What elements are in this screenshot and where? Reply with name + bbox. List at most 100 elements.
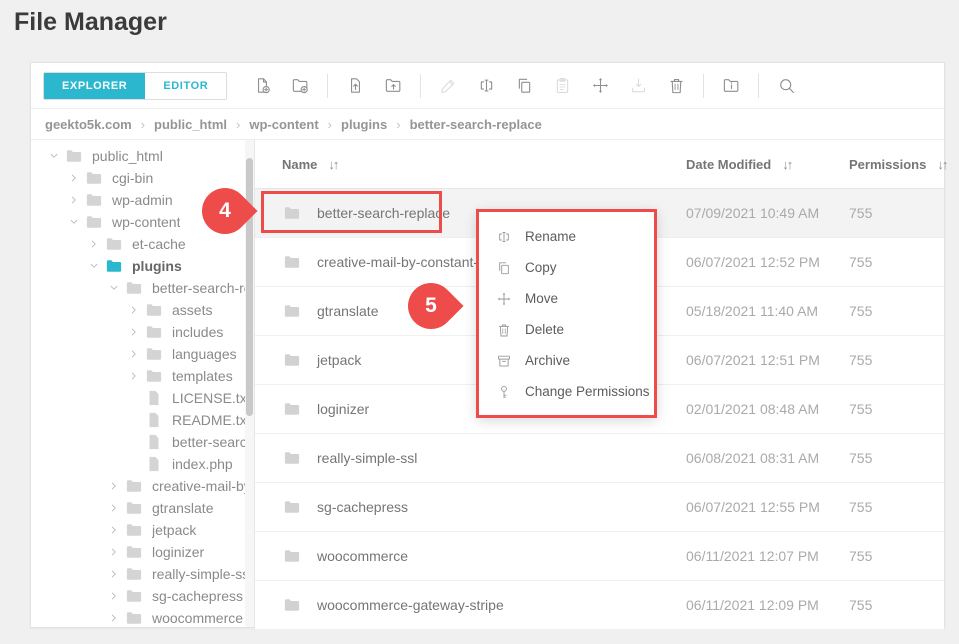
chevron-right-icon[interactable]	[106, 589, 121, 604]
chevron-down-icon[interactable]	[66, 215, 81, 230]
download-icon	[619, 71, 657, 101]
tree-item-woocommerce[interactable]: woocommerce	[31, 607, 254, 627]
folder-icon	[282, 400, 302, 418]
tree-scrollbar-thumb[interactable]	[246, 158, 253, 416]
file-row[interactable]: woocommerce-gateway-stripe06/11/2021 12:…	[255, 581, 944, 630]
file-row[interactable]: woocommerce06/11/2021 12:07 PM755	[255, 532, 944, 581]
chevron-right-icon[interactable]	[106, 523, 121, 538]
tree-item-et-cache[interactable]: et-cache	[31, 233, 254, 255]
menu-item-label: Rename	[525, 229, 576, 244]
new-folder-icon[interactable]	[281, 71, 319, 101]
menu-item-move[interactable]: Move	[479, 283, 654, 314]
tree-item-public-html[interactable]: public_html	[31, 145, 254, 167]
breadcrumb-item[interactable]: public_html	[154, 117, 227, 132]
tree-item-jetpack[interactable]: jetpack	[31, 519, 254, 541]
chevron-right-icon[interactable]	[106, 567, 121, 582]
breadcrumb-separator: ›	[396, 117, 400, 132]
copy-icon	[496, 260, 512, 276]
delete-icon	[496, 322, 512, 338]
tab-explorer[interactable]: EXPLORER	[44, 73, 145, 99]
delete-icon[interactable]	[657, 71, 695, 101]
chevron-down-icon[interactable]	[106, 281, 121, 296]
breadcrumb-item[interactable]: plugins	[341, 117, 387, 132]
tree-item-wp-admin[interactable]: wp-admin	[31, 189, 254, 211]
file-name-cell: really-simple-ssl	[255, 449, 686, 467]
copy-icon[interactable]	[505, 71, 543, 101]
tree-item-sg-cachepress[interactable]: sg-cachepress	[31, 585, 254, 607]
file-permissions: 755	[849, 205, 944, 221]
table-header-row: Name↓↑Date Modified↓↑Permissions↓↑	[255, 140, 944, 189]
chevron-right-icon[interactable]	[106, 501, 121, 516]
breadcrumb-item[interactable]: wp-content	[249, 117, 318, 132]
chevron-right-icon[interactable]	[106, 479, 121, 494]
breadcrumb: geekto5k.com›public_html›wp-content›plug…	[31, 109, 944, 140]
menu-item-delete[interactable]: Delete	[479, 314, 654, 345]
tree-item-better-search-repl[interactable]: better-search-repl	[31, 431, 254, 453]
column-header-permissions: Permissions↓↑	[849, 157, 946, 172]
menu-item-change-permissions[interactable]: Change Permissions	[479, 376, 654, 407]
upload-folder-icon[interactable]	[374, 71, 412, 101]
tree-item-cgi-bin[interactable]: cgi-bin	[31, 167, 254, 189]
tree-item-wp-content[interactable]: wp-content	[31, 211, 254, 233]
upload-file-icon[interactable]	[336, 71, 374, 101]
menu-item-archive[interactable]: Archive	[479, 345, 654, 376]
tree-item-license-txt[interactable]: LICENSE.txt	[31, 387, 254, 409]
tree-item-label: templates	[172, 368, 233, 384]
chevron-down-icon[interactable]	[46, 149, 61, 164]
tree-scrollbar	[245, 140, 254, 627]
key-icon	[496, 384, 512, 400]
chevron-down-icon[interactable]	[86, 259, 101, 274]
tree-item-languages[interactable]: languages	[31, 343, 254, 365]
tree-item-creative-mail-by-cons[interactable]: creative-mail-by-cons	[31, 475, 254, 497]
breadcrumb-item[interactable]: better-search-replace	[410, 117, 542, 132]
tree-item-index-php[interactable]: index.php	[31, 453, 254, 475]
chevron-right-icon[interactable]	[106, 545, 121, 560]
tree-item-gtranslate[interactable]: gtranslate	[31, 497, 254, 519]
file-permissions: 755	[849, 499, 944, 515]
tree-item-assets[interactable]: assets	[31, 299, 254, 321]
folder-icon	[282, 351, 302, 369]
menu-item-copy[interactable]: Copy	[479, 252, 654, 283]
chevron-right-icon[interactable]	[106, 611, 121, 626]
tree-item-includes[interactable]: includes	[31, 321, 254, 343]
tree-item-better-search-replace[interactable]: better-search-replace	[31, 277, 254, 299]
tree-item-label: woocommerce	[152, 610, 243, 626]
new-file-icon[interactable]	[243, 71, 281, 101]
menu-item-rename[interactable]: Rename	[479, 221, 654, 252]
tree-item-readme-txt[interactable]: README.txt	[31, 409, 254, 431]
tab-editor[interactable]: EDITOR	[145, 73, 226, 99]
chevron-right-icon[interactable]	[126, 347, 141, 362]
file-row[interactable]: sg-cachepress06/07/2021 12:55 PM755	[255, 483, 944, 532]
sort-icon[interactable]: ↓↑	[937, 157, 946, 172]
folder-info-icon[interactable]	[712, 71, 750, 101]
tree-item-label: assets	[172, 302, 212, 318]
chevron-right-icon[interactable]	[66, 171, 81, 186]
file-row[interactable]: really-simple-ssl06/08/2021 08:31 AM755	[255, 434, 944, 483]
tree-item-plugins[interactable]: plugins	[31, 255, 254, 277]
chevron-right-icon[interactable]	[126, 303, 141, 318]
folder-icon	[125, 521, 143, 539]
search-icon[interactable]	[767, 71, 805, 101]
chevron-right-icon[interactable]	[126, 325, 141, 340]
chevron-right-icon[interactable]	[126, 369, 141, 384]
file-name: woocommerce	[317, 548, 408, 564]
sort-icon[interactable]: ↓↑	[328, 157, 337, 172]
menu-item-label: Change Permissions	[525, 384, 650, 399]
breadcrumb-item[interactable]: geekto5k.com	[45, 117, 132, 132]
file-name: jetpack	[317, 352, 361, 368]
rename-icon[interactable]	[467, 71, 505, 101]
file-date-modified: 05/18/2021 11:40 AM	[686, 303, 849, 319]
move-icon	[496, 291, 512, 307]
tree-item-really-simple-ssl[interactable]: really-simple-ssl	[31, 563, 254, 585]
move-icon[interactable]	[581, 71, 619, 101]
tree-item-loginizer[interactable]: loginizer	[31, 541, 254, 563]
folder-icon	[125, 587, 143, 605]
tree-item-label: languages	[172, 346, 237, 362]
chevron-right-icon[interactable]	[86, 237, 101, 252]
sort-icon[interactable]: ↓↑	[782, 157, 791, 172]
file-date-modified: 06/08/2021 08:31 AM	[686, 450, 849, 466]
tree-item-templates[interactable]: templates	[31, 365, 254, 387]
menu-item-label: Copy	[525, 260, 557, 275]
chevron-right-icon[interactable]	[66, 193, 81, 208]
archive-icon	[496, 353, 512, 369]
